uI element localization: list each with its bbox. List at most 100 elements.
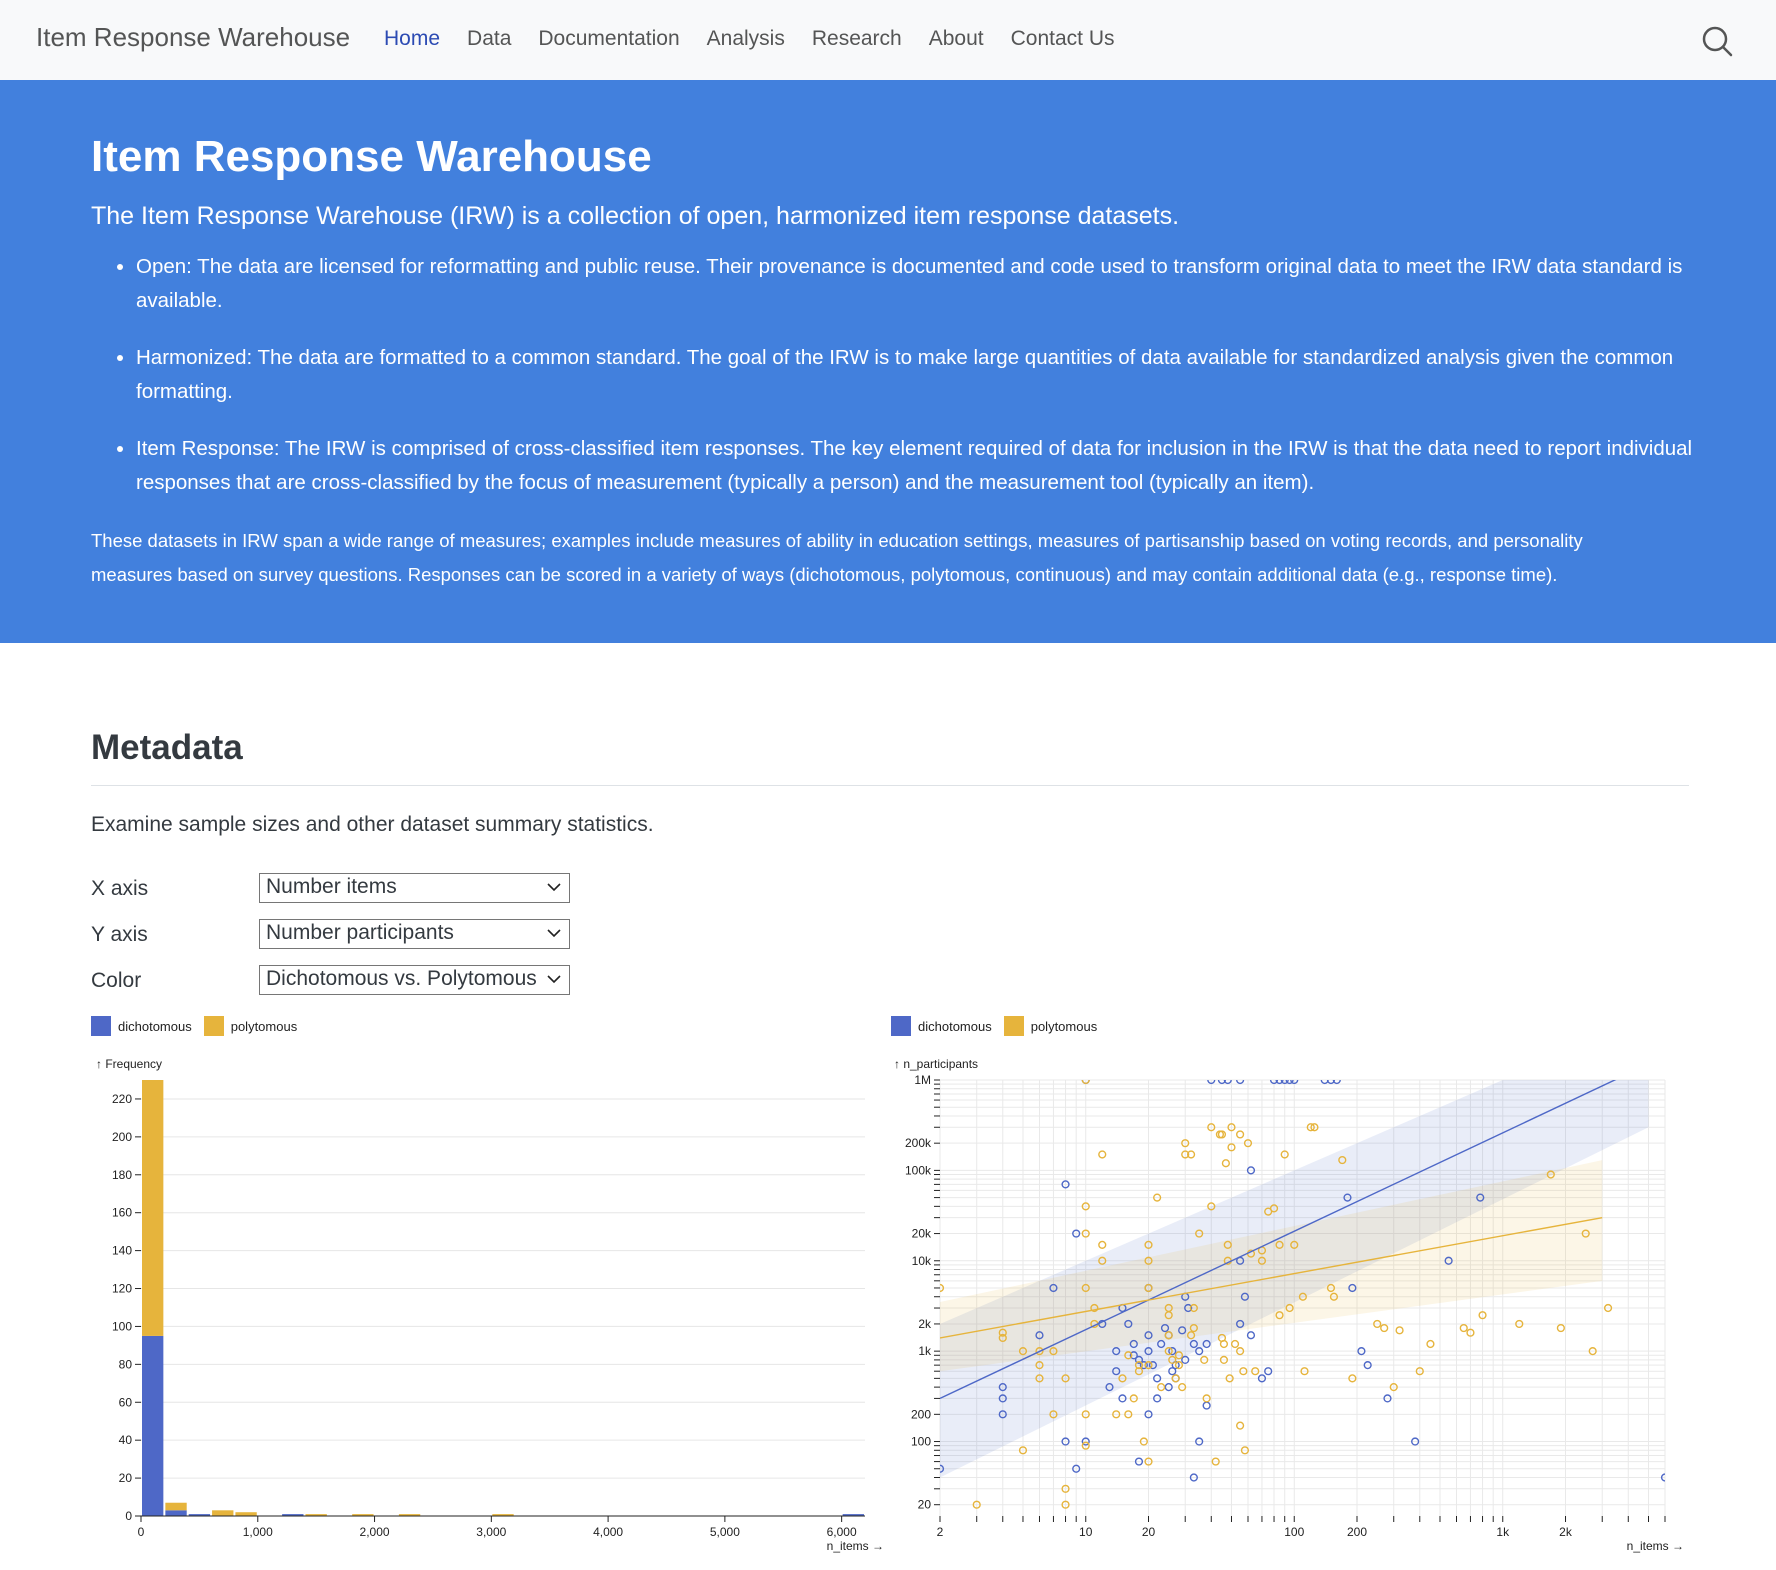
y-tick-label: 40 xyxy=(119,1433,133,1447)
x-tick-label: 0 xyxy=(138,1525,145,1539)
search-icon[interactable] xyxy=(1700,24,1734,58)
y-tick-label: 120 xyxy=(112,1282,132,1296)
nav-menu: Home Data Documentation Analysis Researc… xyxy=(384,27,1142,51)
scatter-point-polytomous xyxy=(1556,1323,1565,1333)
scatter-point-polytomous xyxy=(1380,1323,1389,1333)
nav-item-contact-us[interactable]: Contact Us xyxy=(1011,27,1115,51)
y-tick-label: 1k xyxy=(918,1344,932,1358)
histogram-bar-dichotomous xyxy=(142,1335,164,1516)
x-tick-label: 4,000 xyxy=(593,1525,623,1539)
legend-label-dichotomous: dichotomous xyxy=(918,1018,992,1034)
histogram-bar-polytomous xyxy=(235,1512,257,1516)
legend-label-polytomous: polytomous xyxy=(230,1018,298,1034)
y-tick-label: 100 xyxy=(112,1319,132,1333)
scatter-point-polytomous xyxy=(1236,1421,1245,1430)
histogram-bar-polytomous xyxy=(212,1510,234,1516)
x-tick-label: 100 xyxy=(1284,1525,1304,1539)
y-tick-label: 60 xyxy=(119,1395,133,1409)
scatter-point-polytomous xyxy=(1221,1159,1230,1168)
nav-item-data[interactable]: Data xyxy=(467,27,511,51)
histogram-bar-dichotomous xyxy=(165,1510,187,1516)
x-tick-label: 10 xyxy=(1079,1525,1093,1539)
section-divider xyxy=(91,785,1689,786)
histogram-chart: ↑ Frequency 0 20 40 60 80 100 120 140 160 180 200 22… xyxy=(96,1057,884,1553)
y-tick-label: 1M xyxy=(914,1073,931,1087)
x-axis-select-value: Number items xyxy=(266,875,397,898)
plot-area xyxy=(940,1080,1665,1509)
y-axis-select-value: Number participants xyxy=(266,921,454,944)
y-tick-label: 10k xyxy=(912,1254,932,1268)
histogram-bar-polytomous xyxy=(142,1080,164,1336)
top-navbar: Item Response Warehouse Home Data Docume… xyxy=(0,0,1776,80)
scatter-point-polytomous xyxy=(1098,1240,1107,1249)
y-tick-label: 140 xyxy=(112,1244,132,1258)
y-tick-label: 20 xyxy=(119,1471,133,1485)
site-brand[interactable]: Item Response Warehouse xyxy=(36,22,350,53)
metadata-description: Examine sample sizes and other dataset s… xyxy=(91,813,654,836)
chevron-down-icon xyxy=(547,975,561,984)
x-tick-label: 3,000 xyxy=(476,1525,506,1539)
x-tick-label: 2 xyxy=(937,1525,944,1539)
y-tick-label: 200 xyxy=(911,1407,931,1421)
nav-item-research[interactable]: Research xyxy=(812,27,902,51)
histogram-bar-polytomous xyxy=(165,1502,187,1511)
y-tick-label: 20 xyxy=(918,1498,932,1512)
y-axis-title: ↑ n_participants xyxy=(894,1057,978,1071)
hero-title: Item Response Warehouse xyxy=(91,132,652,181)
y-tick-label: 220 xyxy=(112,1092,132,1106)
scatter-point-polytomous xyxy=(1459,1323,1468,1333)
scatter-legend: dichotomous polytomous xyxy=(891,1016,1109,1036)
color-select[interactable]: Dichotomous vs. Polytomous xyxy=(259,965,570,995)
y-axis-label: Y axis xyxy=(91,923,148,946)
y-tick-label: 160 xyxy=(112,1206,132,1220)
chevron-down-icon xyxy=(547,883,561,892)
x-axis-title: n_items → xyxy=(827,1539,884,1553)
x-tick-label: 2k xyxy=(1559,1525,1573,1539)
x-tick-label: 1,000 xyxy=(243,1525,273,1539)
nav-item-documentation[interactable]: Documentation xyxy=(538,27,679,51)
x-tick-label: 20 xyxy=(1142,1525,1156,1539)
legend-swatch-polytomous xyxy=(203,1016,224,1036)
nav-item-home[interactable]: Home xyxy=(384,27,440,51)
scatter-point-dichotomous xyxy=(1202,1401,1211,1410)
nav-item-about[interactable]: About xyxy=(929,27,984,51)
x-tick-label: 2,000 xyxy=(360,1525,390,1539)
legend-swatch-dichotomous xyxy=(891,1016,911,1036)
y-tick-label: 200k xyxy=(905,1136,932,1150)
legend-swatch-polytomous xyxy=(1003,1016,1024,1036)
scatter-chart: ↑ n_participants 20 100 200 1k 2k 10k 20k 100k 20… xyxy=(894,1057,1684,1553)
x-tick-label: 6,000 xyxy=(827,1525,857,1539)
x-tick-label: 1k xyxy=(1496,1525,1510,1539)
chevron-down-icon xyxy=(547,929,561,938)
hero-banner: Item Response Warehouse The Item Respons… xyxy=(0,80,1776,643)
metadata-heading: Metadata xyxy=(91,728,243,767)
legend-label-dichotomous: dichotomous xyxy=(118,1018,192,1034)
legend-label-polytomous: polytomous xyxy=(1030,1018,1098,1034)
color-select-value: Dichotomous vs. Polytomous xyxy=(266,967,537,990)
x-axis-title: n_items → xyxy=(1627,1539,1684,1553)
hero-bullet-harmonized: Harmonized: The data are formatted to a … xyxy=(136,341,1716,409)
hero-bullet-list: Open: The data are licensed for reformat… xyxy=(91,250,1716,523)
x-tick-label: 200 xyxy=(1347,1525,1367,1539)
scatter-point-polytomous xyxy=(1395,1326,1404,1335)
legend-swatch-dichotomous xyxy=(91,1016,111,1036)
y-axis-title: ↑ Frequency xyxy=(96,1057,162,1071)
scatter-point-polytomous xyxy=(1236,1130,1245,1139)
y-axis-select[interactable]: Number participants xyxy=(259,919,570,949)
x-axis-select[interactable]: Number items xyxy=(259,873,570,903)
hero-subtitle: The Item Response Warehouse (IRW) is a c… xyxy=(91,202,1180,230)
y-tick-label: 80 xyxy=(119,1357,133,1371)
y-tick-label: 100k xyxy=(905,1163,932,1177)
scatter-point-polytomous xyxy=(1098,1150,1107,1159)
y-tick-label: 200 xyxy=(112,1130,132,1144)
nav-item-analysis[interactable]: Analysis xyxy=(707,27,785,51)
histogram-legend: dichotomous polytomous xyxy=(91,1016,309,1036)
y-tick-label: 2k xyxy=(918,1317,932,1331)
y-tick-label: 0 xyxy=(125,1509,132,1523)
hero-paragraph: These datasets in IRW span a wide range … xyxy=(91,530,1583,585)
y-tick-label: 20k xyxy=(912,1227,932,1241)
scatter-point-polytomous xyxy=(1219,1339,1229,1349)
x-axis-label: X axis xyxy=(91,877,149,900)
y-tick-label: 180 xyxy=(112,1168,132,1182)
scatter-point-polytomous xyxy=(1426,1339,1435,1349)
